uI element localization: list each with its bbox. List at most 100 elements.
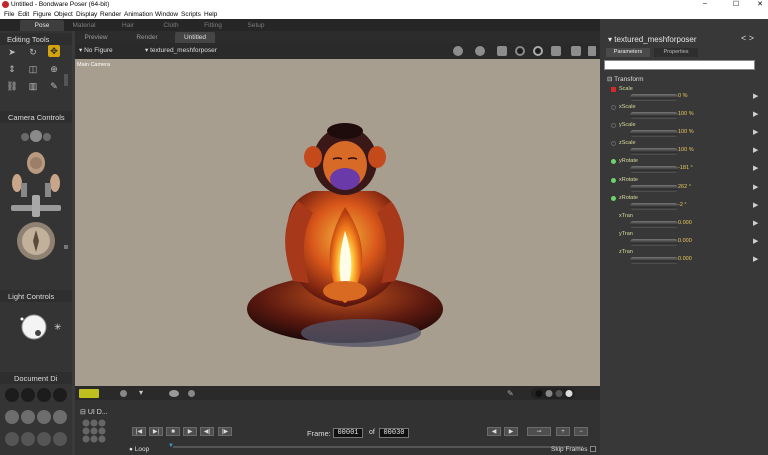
param-dial[interactable] xyxy=(630,185,678,192)
floor-color-swatch[interactable] xyxy=(79,389,99,398)
movie-camera-icon[interactable] xyxy=(571,46,581,56)
param-dial[interactable] xyxy=(630,239,678,246)
camera-scroll-handle[interactable] xyxy=(64,245,68,249)
skip-frames-label[interactable]: Skip Frames xyxy=(551,446,587,453)
loop-toggle[interactable]: ● Loop xyxy=(129,446,149,453)
keyframes-key-icon[interactable]: ⊸ xyxy=(527,427,551,436)
go-to-end-button[interactable]: ▶| xyxy=(149,427,163,436)
translate-tool-icon[interactable]: ✥ xyxy=(48,45,60,57)
room-tab-pose[interactable]: Pose xyxy=(20,20,64,31)
tab-properties[interactable]: Properties xyxy=(654,48,698,57)
menu-file[interactable]: File xyxy=(4,11,14,18)
param-value[interactable]: 0.000 xyxy=(678,220,692,226)
menu-scripts[interactable]: Scripts xyxy=(181,11,201,18)
parameter-search-input[interactable] xyxy=(604,60,755,70)
add-keyframe-button[interactable]: + xyxy=(556,427,570,436)
film-reel-icon[interactable] xyxy=(533,46,543,56)
pencil-icon[interactable]: ✎ xyxy=(507,389,514,398)
display-menu-icon[interactable]: ▾ xyxy=(139,388,143,397)
room-tab-fitting[interactable]: Fitting xyxy=(191,20,235,31)
room-tab-setup[interactable]: Setup xyxy=(234,20,278,31)
transform-group[interactable]: ⊟ Transform xyxy=(607,75,644,83)
prev-next-object-arrows[interactable]: < > xyxy=(741,33,754,43)
menu-object[interactable]: Object xyxy=(54,11,73,18)
maximize-button[interactable]: ☐ xyxy=(728,0,744,8)
render-camera-icon[interactable] xyxy=(475,46,485,56)
light-controls-widget[interactable]: ✳ xyxy=(20,313,68,343)
param-menu-arrow-icon[interactable]: ▶ xyxy=(753,92,758,100)
minimize-button[interactable]: – xyxy=(697,0,713,7)
tools-scrollbar[interactable] xyxy=(64,74,68,86)
param-value[interactable]: 0.000 xyxy=(678,238,692,244)
param-dial[interactable] xyxy=(630,203,678,210)
scale-tool-icon[interactable]: ◫ xyxy=(27,63,39,75)
param-value[interactable]: 0.000 xyxy=(678,256,692,262)
menu-edit[interactable]: Edit xyxy=(18,11,29,18)
param-dial[interactable] xyxy=(630,257,678,264)
grouping-tool-icon[interactable]: ✎ xyxy=(48,80,60,92)
param-value[interactable]: 100 % xyxy=(678,111,694,117)
param-dial[interactable] xyxy=(630,94,678,101)
figure-circle-icon[interactable] xyxy=(169,390,179,397)
menu-window[interactable]: Window xyxy=(155,11,178,18)
param-menu-arrow-icon[interactable]: ▶ xyxy=(753,146,758,154)
param-menu-arrow-icon[interactable]: ▶ xyxy=(753,110,758,118)
shadow-toggle-icon[interactable] xyxy=(120,390,127,397)
menu-render[interactable]: Render xyxy=(100,11,121,18)
menu-display[interactable]: Display xyxy=(76,11,97,18)
param-menu-arrow-icon[interactable]: ▶ xyxy=(753,237,758,245)
param-menu-arrow-icon[interactable]: ▶ xyxy=(753,255,758,263)
param-value[interactable]: 100 % xyxy=(678,129,694,135)
frame-icon[interactable] xyxy=(497,46,507,56)
param-value[interactable]: -2 ° xyxy=(678,202,687,208)
param-value[interactable]: 262 ° xyxy=(678,184,691,190)
prop-select-dropdown[interactable]: ▾ textured_meshforposer xyxy=(145,46,217,54)
next-keyframe-button[interactable]: ▶ xyxy=(504,427,518,436)
twist-tool-icon[interactable]: ↻ xyxy=(27,46,39,58)
step-forward-button[interactable]: |▶ xyxy=(218,427,232,436)
translate-in-out-icon[interactable]: ⇕ xyxy=(6,63,18,75)
param-menu-arrow-icon[interactable]: ▶ xyxy=(753,164,758,172)
stop-button[interactable]: ■ xyxy=(166,427,180,436)
tab-parameters[interactable]: Parameters xyxy=(606,48,650,57)
tab-untitled[interactable]: Untitled xyxy=(175,32,215,43)
room-tab-material[interactable]: Material xyxy=(62,20,106,31)
current-frame-field[interactable]: 00001 xyxy=(333,428,363,438)
step-back-button[interactable]: ◀| xyxy=(200,427,214,436)
param-menu-arrow-icon[interactable]: ▶ xyxy=(753,201,758,209)
param-value[interactable]: -181 ° xyxy=(678,165,693,171)
tab-preview[interactable]: Preview xyxy=(77,32,115,43)
monkey-figure[interactable] xyxy=(243,121,448,353)
settings-icon[interactable] xyxy=(588,46,596,56)
close-button[interactable]: ✕ xyxy=(752,0,768,8)
tab-render[interactable]: Render xyxy=(128,32,166,43)
param-dial[interactable] xyxy=(630,148,678,155)
render-ball-icon[interactable] xyxy=(188,390,195,397)
param-dial[interactable] xyxy=(630,166,678,173)
total-frames-field[interactable]: 00030 xyxy=(379,428,409,438)
param-dial[interactable] xyxy=(630,221,678,228)
menu-figure[interactable]: Figure xyxy=(33,11,51,18)
param-dial[interactable] xyxy=(630,112,678,119)
taper-tool-icon[interactable]: ⊕ xyxy=(48,63,60,75)
camera-icon[interactable] xyxy=(453,46,463,56)
remove-keyframe-button[interactable]: − xyxy=(574,427,588,436)
param-menu-arrow-icon[interactable]: ▶ xyxy=(753,219,758,227)
go-to-start-button[interactable]: |◀ xyxy=(132,427,146,436)
ui-dot-grid[interactable] xyxy=(81,418,111,448)
record-icon[interactable] xyxy=(515,46,525,56)
param-value[interactable]: 0 % xyxy=(678,93,687,99)
chain-break-icon[interactable]: ⛓ xyxy=(6,80,18,92)
group-icon[interactable] xyxy=(551,46,561,56)
object-dropdown[interactable]: ▾ textured_meshforposer xyxy=(608,35,697,44)
color-tool-icon[interactable]: ▥ xyxy=(27,80,39,92)
param-menu-arrow-icon[interactable]: ▶ xyxy=(753,183,758,191)
room-tab-hair[interactable]: Hair xyxy=(106,20,150,31)
play-button[interactable]: ▶ xyxy=(183,427,197,436)
skip-frames-checkbox[interactable] xyxy=(590,446,596,452)
param-dial[interactable] xyxy=(630,130,678,137)
menu-help[interactable]: Help xyxy=(204,11,217,18)
param-value[interactable]: 100 % xyxy=(678,147,694,153)
menu-animation[interactable]: Animation xyxy=(124,11,153,18)
rotate-tool-icon[interactable]: ➤ xyxy=(6,46,18,58)
